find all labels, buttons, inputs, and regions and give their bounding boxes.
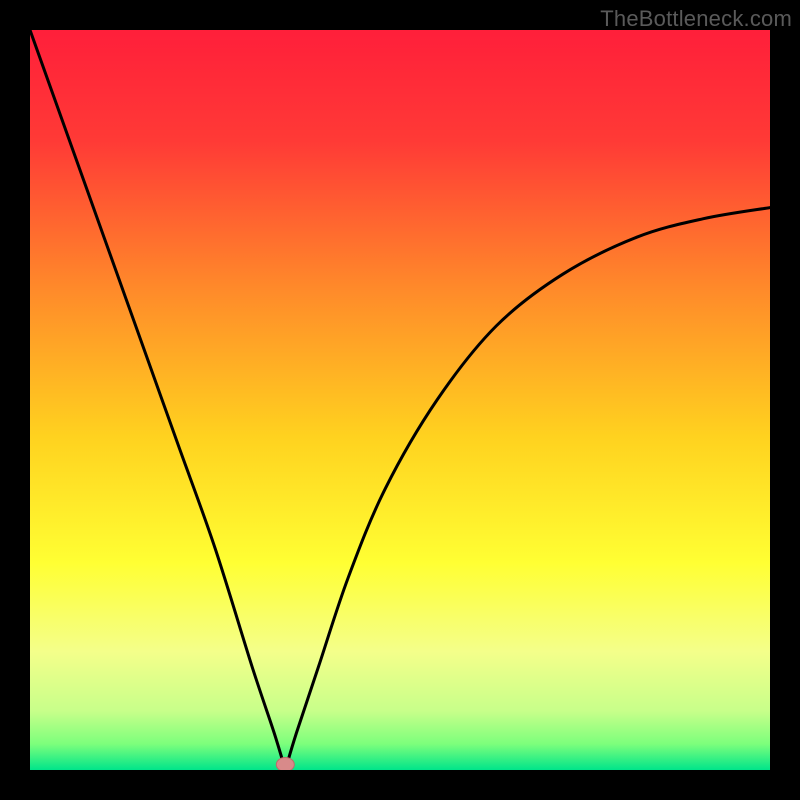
optimum-marker bbox=[276, 758, 294, 770]
outer-frame: TheBottleneck.com bbox=[0, 0, 800, 800]
watermark-text: TheBottleneck.com bbox=[600, 6, 792, 32]
plot-background bbox=[30, 30, 770, 770]
bottleneck-chart bbox=[30, 30, 770, 770]
